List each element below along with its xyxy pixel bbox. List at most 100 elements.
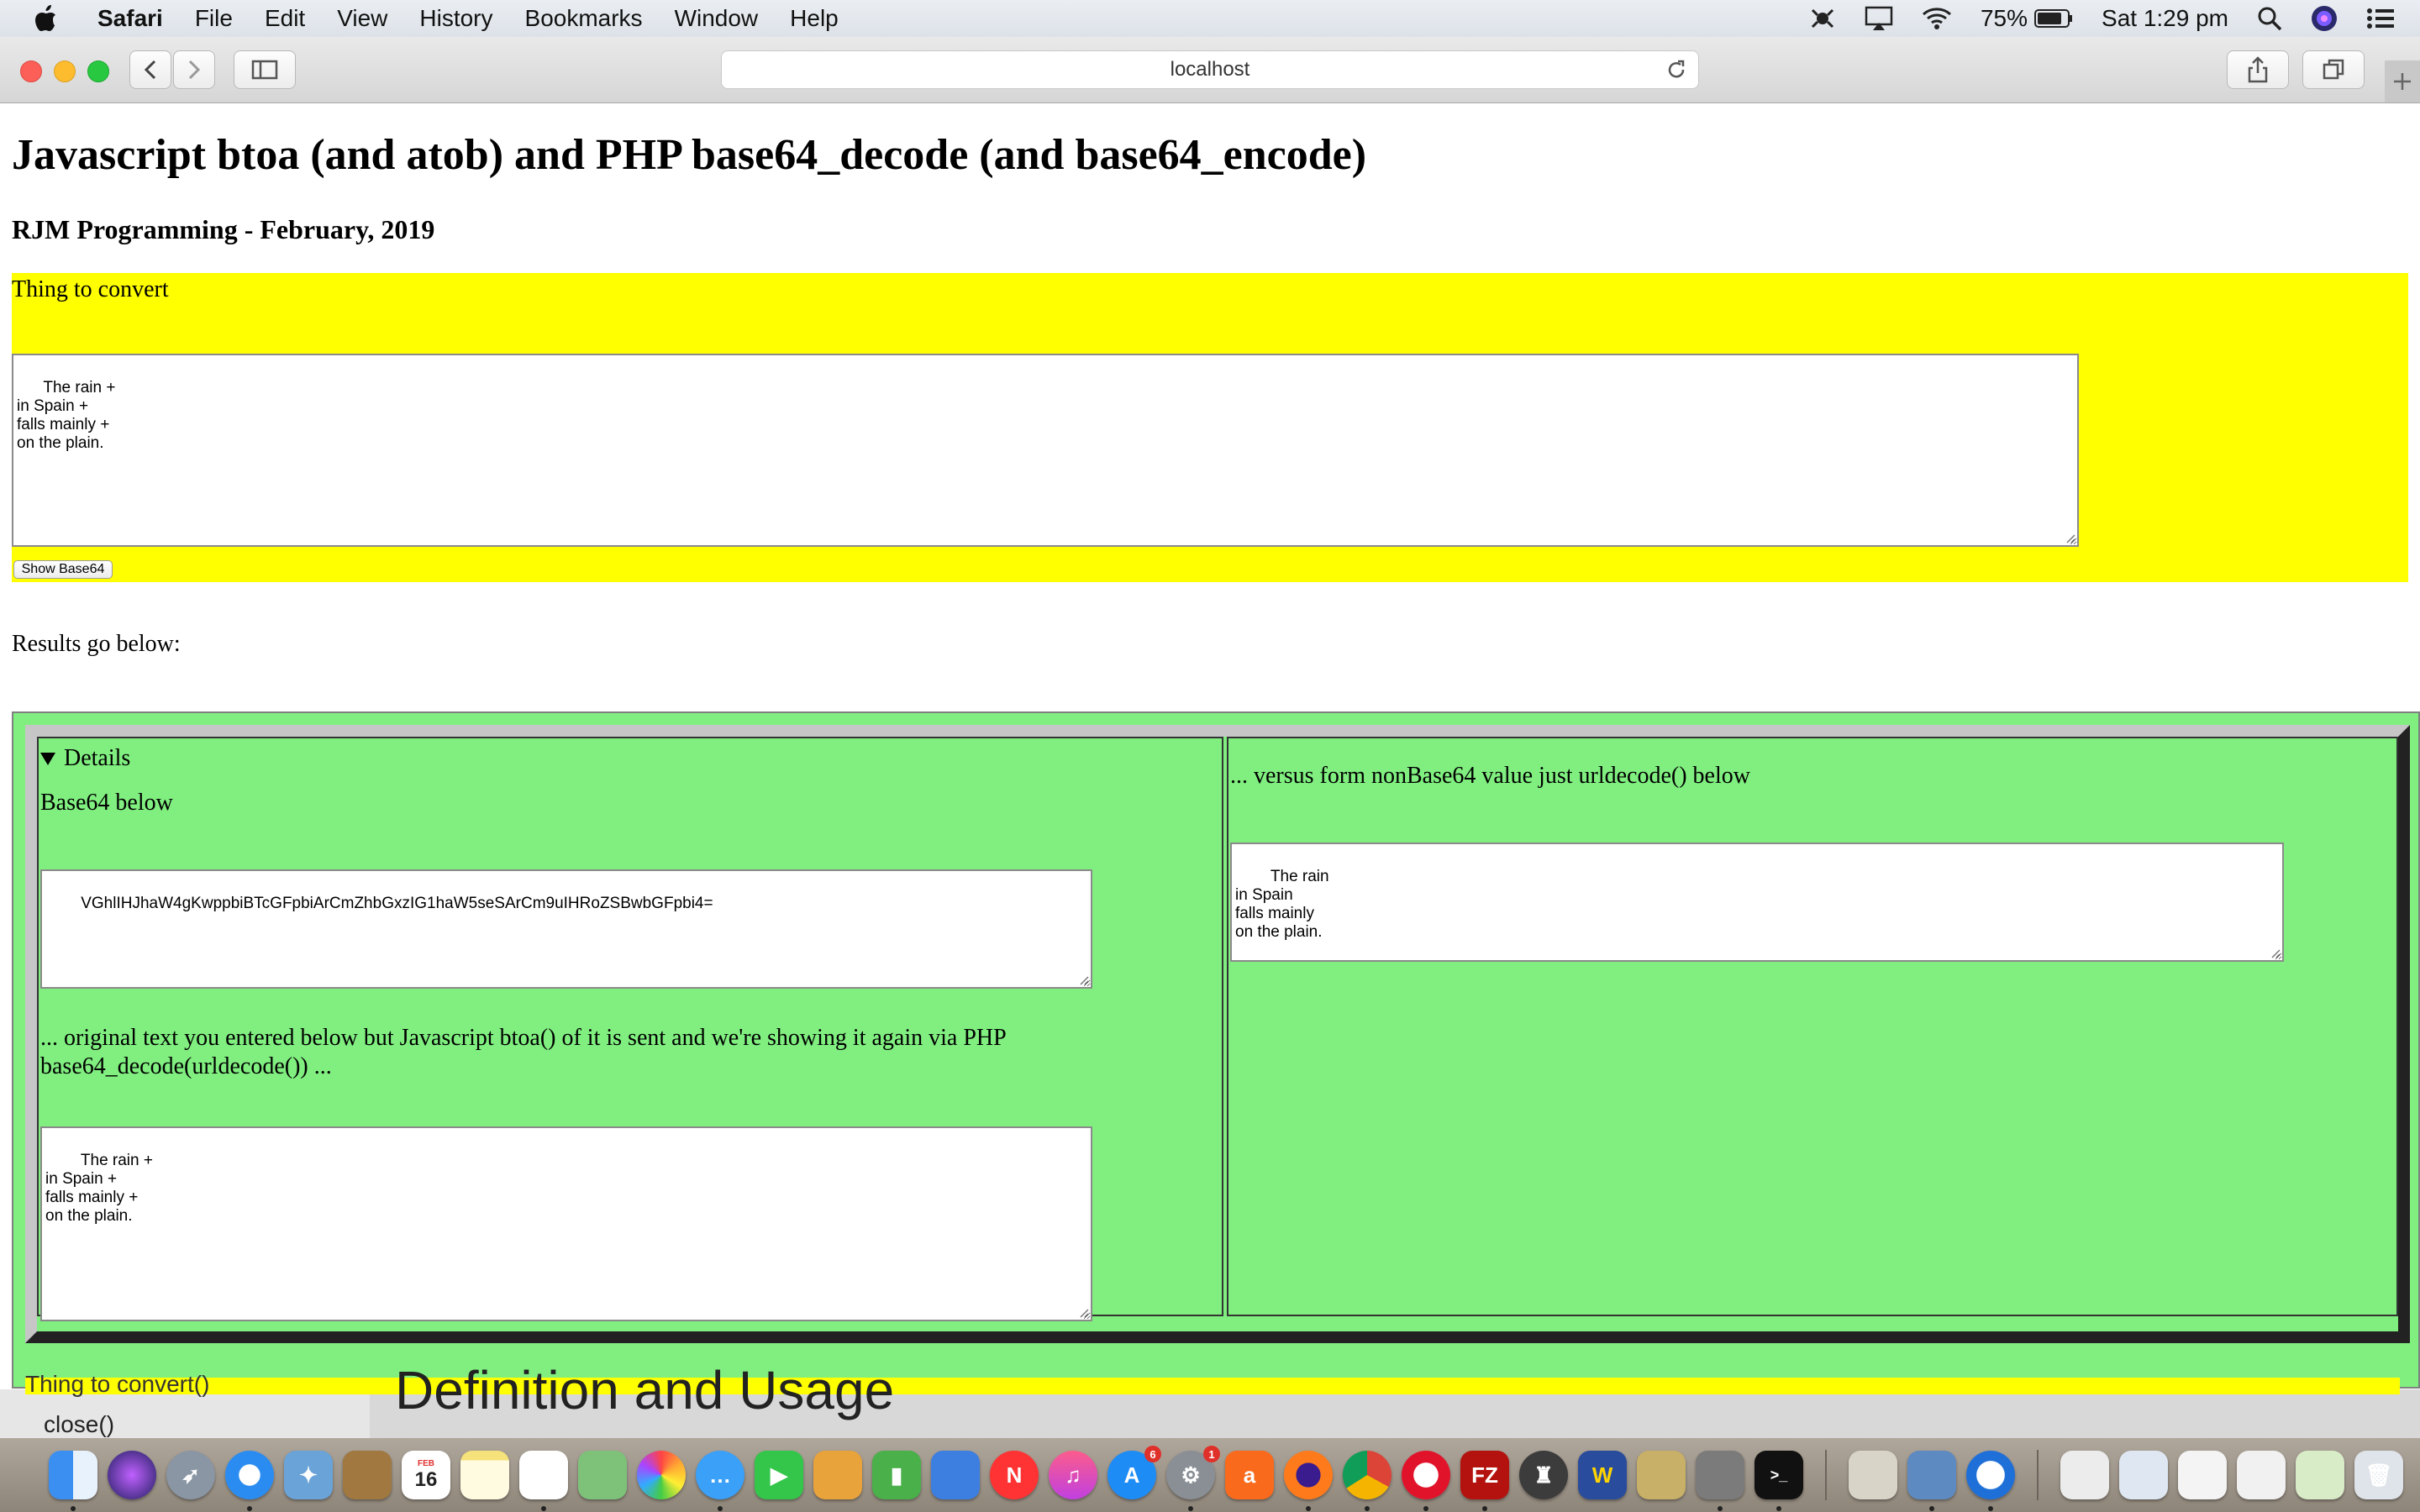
chevron-left-icon <box>144 60 156 80</box>
battery-status[interactable]: 75% <box>1981 5 2073 32</box>
news-icon[interactable]: N <box>990 1451 1039 1499</box>
forward-button[interactable] <box>173 50 215 89</box>
show-base64-button[interactable]: Show Base64 <box>13 560 113 579</box>
keynote-icon[interactable] <box>931 1451 980 1499</box>
non-base64-text: The rain in Spain falls mainly on the pl… <box>1235 868 1329 941</box>
music-icon[interactable]: ♫ <box>1049 1451 1097 1499</box>
chevron-right-icon <box>188 60 201 80</box>
back-button[interactable] <box>129 50 171 89</box>
minimized-window-3[interactable] <box>2178 1451 2227 1499</box>
safari-icon[interactable] <box>225 1451 274 1511</box>
page-title: Javascript btoa (and atob) and PHP base6… <box>12 131 1367 179</box>
app-store-icon[interactable]: A6 <box>1107 1446 1161 1499</box>
original-text-label: ... original text you entered below but … <box>40 1025 1006 1079</box>
minimized-window-1[interactable] <box>2060 1451 2109 1499</box>
web-page: Javascript btoa (and atob) and PHP base6… <box>0 103 2420 1389</box>
non-base64-textarea[interactable]: The rain in Spain falls mainly on the pl… <box>1230 843 2284 962</box>
menu-file[interactable]: File <box>195 5 233 32</box>
resize-grip-icon[interactable] <box>1077 974 1089 985</box>
launchpad-icon[interactable]: ➶ <box>166 1451 215 1499</box>
resize-grip-icon[interactable] <box>2064 532 2075 543</box>
menu-window[interactable]: Window <box>675 5 759 32</box>
non-base64-label: ... versus form nonBase64 value just url… <box>1230 763 1750 789</box>
tabs-overview-button[interactable] <box>2302 50 2365 89</box>
mamp-icon[interactable]: ♜ <box>1519 1451 1568 1499</box>
system-preferences-icon[interactable]: ⚙ 1 <box>1166 1446 1220 1511</box>
dock: ➶ ✦ FEB 16 … ▶ ▮ N ♫ A6 ⚙ 1 a FZ ♜ W >_ 🗑 <box>0 1438 2420 1512</box>
menu-view[interactable]: View <box>337 5 387 32</box>
messages-icon[interactable]: … <box>696 1451 744 1511</box>
maps-icon[interactable] <box>578 1451 627 1499</box>
new-tab-button[interactable] <box>2385 60 2420 102</box>
form-label: Thing to convert <box>12 276 169 302</box>
minimized-window-4[interactable] <box>2237 1451 2286 1499</box>
notes-book-icon[interactable] <box>343 1451 392 1499</box>
sidebar-toggle-button[interactable] <box>234 50 296 89</box>
calendar-icon[interactable]: FEB 16 <box>402 1451 450 1499</box>
menu-history[interactable]: History <box>419 5 492 32</box>
left-results-cell: Details Base64 below VGhlIHJhaW4gKwppbiB… <box>37 737 1223 1321</box>
close-window-button[interactable] <box>20 60 42 82</box>
results-iframe[interactable]: Details Base64 below VGhlIHJhaW4gKwppbiB… <box>12 711 2420 1389</box>
paintbrush-icon[interactable] <box>1637 1451 1686 1499</box>
details-summary-label: Details <box>64 745 131 771</box>
base64-textarea[interactable]: VGhlIHJhaW4gKwppbiBTcGFpbiArCmZhbGxzIG1h… <box>40 869 1092 989</box>
notification-center-icon[interactable] <box>2366 8 2395 29</box>
siri-icon[interactable] <box>2311 5 2338 32</box>
quicktime-icon[interactable] <box>1966 1451 2015 1511</box>
sys-prefs-badge: 1 <box>1203 1446 1220 1462</box>
calendar-day: 16 <box>414 1467 438 1491</box>
numbers-icon[interactable]: ▮ <box>872 1451 921 1499</box>
network-icon[interactable]: W <box>1578 1451 1627 1499</box>
gimp-icon[interactable] <box>1696 1451 1744 1511</box>
reload-icon[interactable] <box>1665 58 1688 87</box>
minimized-window-5[interactable] <box>2296 1451 2344 1499</box>
facetime-icon[interactable]: ▶ <box>755 1451 803 1499</box>
thing-to-convert-textarea[interactable]: The rain + in Spain + falls mainly + on … <box>12 354 2079 547</box>
dock-separator <box>1825 1450 1827 1500</box>
siri-dock-icon[interactable] <box>108 1451 156 1499</box>
filezilla-icon[interactable]: FZ <box>1460 1451 1509 1511</box>
disclosure-triangle-icon <box>40 752 55 765</box>
resize-grip-icon[interactable] <box>2269 947 2281 958</box>
pages-icon[interactable] <box>813 1451 862 1499</box>
status-app-icon[interactable] <box>1809 5 1836 32</box>
preview-eagle-icon[interactable]: ✦ <box>284 1451 333 1499</box>
zoom-window-button[interactable] <box>87 60 109 82</box>
photos-icon[interactable] <box>637 1451 686 1499</box>
clock[interactable]: Sat 1:29 pm <box>2102 5 2228 32</box>
menu-bookmarks[interactable]: Bookmarks <box>525 5 643 32</box>
reminders-icon[interactable] <box>519 1451 568 1511</box>
convert-form: Thing to convert The rain + in Spain + f… <box>12 273 2408 582</box>
original-text-textarea[interactable]: The rain + in Spain + falls mainly + on … <box>40 1126 1092 1321</box>
menu-help[interactable]: Help <box>790 5 839 32</box>
apple-menu-icon[interactable] <box>34 3 60 34</box>
background-text-close: close() <box>44 1411 115 1437</box>
notes-icon[interactable] <box>460 1451 509 1499</box>
chrome-icon[interactable] <box>1343 1451 1392 1511</box>
minimized-window-2[interactable] <box>2119 1451 2168 1499</box>
resize-grip-icon[interactable] <box>1077 1306 1089 1318</box>
right-results-cell: ... versus form nonBase64 value just url… <box>1227 737 2398 1316</box>
menu-edit[interactable]: Edit <box>265 5 305 32</box>
minimize-window-button[interactable] <box>54 60 76 82</box>
firefox-icon[interactable] <box>1284 1451 1333 1511</box>
battery-percent: 75% <box>1980 5 2028 31</box>
address-bar[interactable]: localhost <box>721 50 1699 89</box>
spotlight-search-icon[interactable] <box>2257 6 2282 31</box>
textedit-icon[interactable] <box>1849 1451 1897 1499</box>
terminal-icon[interactable]: >_ <box>1754 1451 1803 1511</box>
preview-icon[interactable] <box>1907 1451 1956 1511</box>
tabs-icon <box>2323 59 2344 80</box>
trash-icon[interactable]: 🗑 <box>2354 1451 2403 1499</box>
finder-icon[interactable] <box>49 1451 97 1511</box>
menu-app-safari[interactable]: Safari <box>97 5 163 32</box>
share-button[interactable] <box>2227 50 2289 89</box>
wifi-icon[interactable] <box>1922 7 1952 30</box>
details-toggle[interactable]: Details <box>40 745 130 772</box>
avast-icon[interactable]: a <box>1225 1451 1274 1499</box>
page-subtitle: RJM Programming - February, 2019 <box>12 214 435 244</box>
opera-icon[interactable] <box>1402 1451 1450 1511</box>
background-text-top: Thing to convert() <box>25 1371 210 1397</box>
airplay-icon[interactable] <box>1865 6 1893 31</box>
